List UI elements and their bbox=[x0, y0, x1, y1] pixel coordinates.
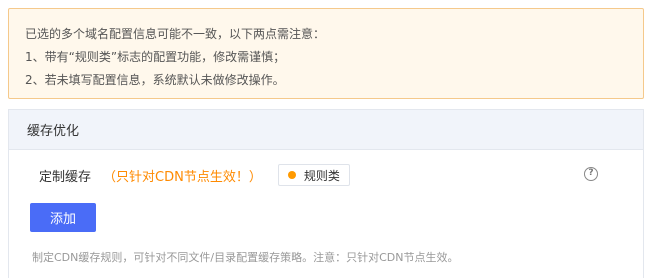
orange-dot-icon bbox=[287, 171, 296, 179]
cdn-only-note: （只针对CDN节点生效！） bbox=[103, 169, 262, 185]
custom-cache-label: 定制缓存 bbox=[39, 169, 92, 185]
cache-rule-description: 制定CDN缓存规则，可针对不同文件/目录配置缓存策略。注意：只针对CDN节点生效… bbox=[32, 251, 459, 264]
panel-title: 缓存优化 bbox=[27, 124, 80, 139]
notice-line-2: 1、带有“规则类”标志的配置功能，修改需谨慎； bbox=[25, 50, 286, 64]
custom-cache-row: 定制缓存 （只针对CDN节点生效！） 规则类 bbox=[39, 163, 350, 187]
rule-type-badge-label: 规则类 bbox=[303, 168, 340, 183]
cache-optimization-panel: 缓存优化 定制缓存 （只针对CDN节点生效！） 规则类 ? 添加 制定CDN缓存… bbox=[8, 109, 644, 278]
notice-line-3: 2、若未填写配置信息，系统默认未做修改操作。 bbox=[25, 73, 285, 87]
question-circle-icon[interactable]: ? bbox=[584, 167, 598, 181]
rule-type-badge: 规则类 bbox=[277, 164, 350, 186]
notice-line-1: 已选的多个域名配置信息可能不一致，以下两点需注意： bbox=[25, 27, 326, 41]
panel-header: 缓存优化 bbox=[9, 110, 643, 150]
add-button[interactable]: 添加 bbox=[30, 203, 96, 232]
notice-box: 已选的多个域名配置信息可能不一致，以下两点需注意： 1、带有“规则类”标志的配置… bbox=[8, 8, 644, 99]
